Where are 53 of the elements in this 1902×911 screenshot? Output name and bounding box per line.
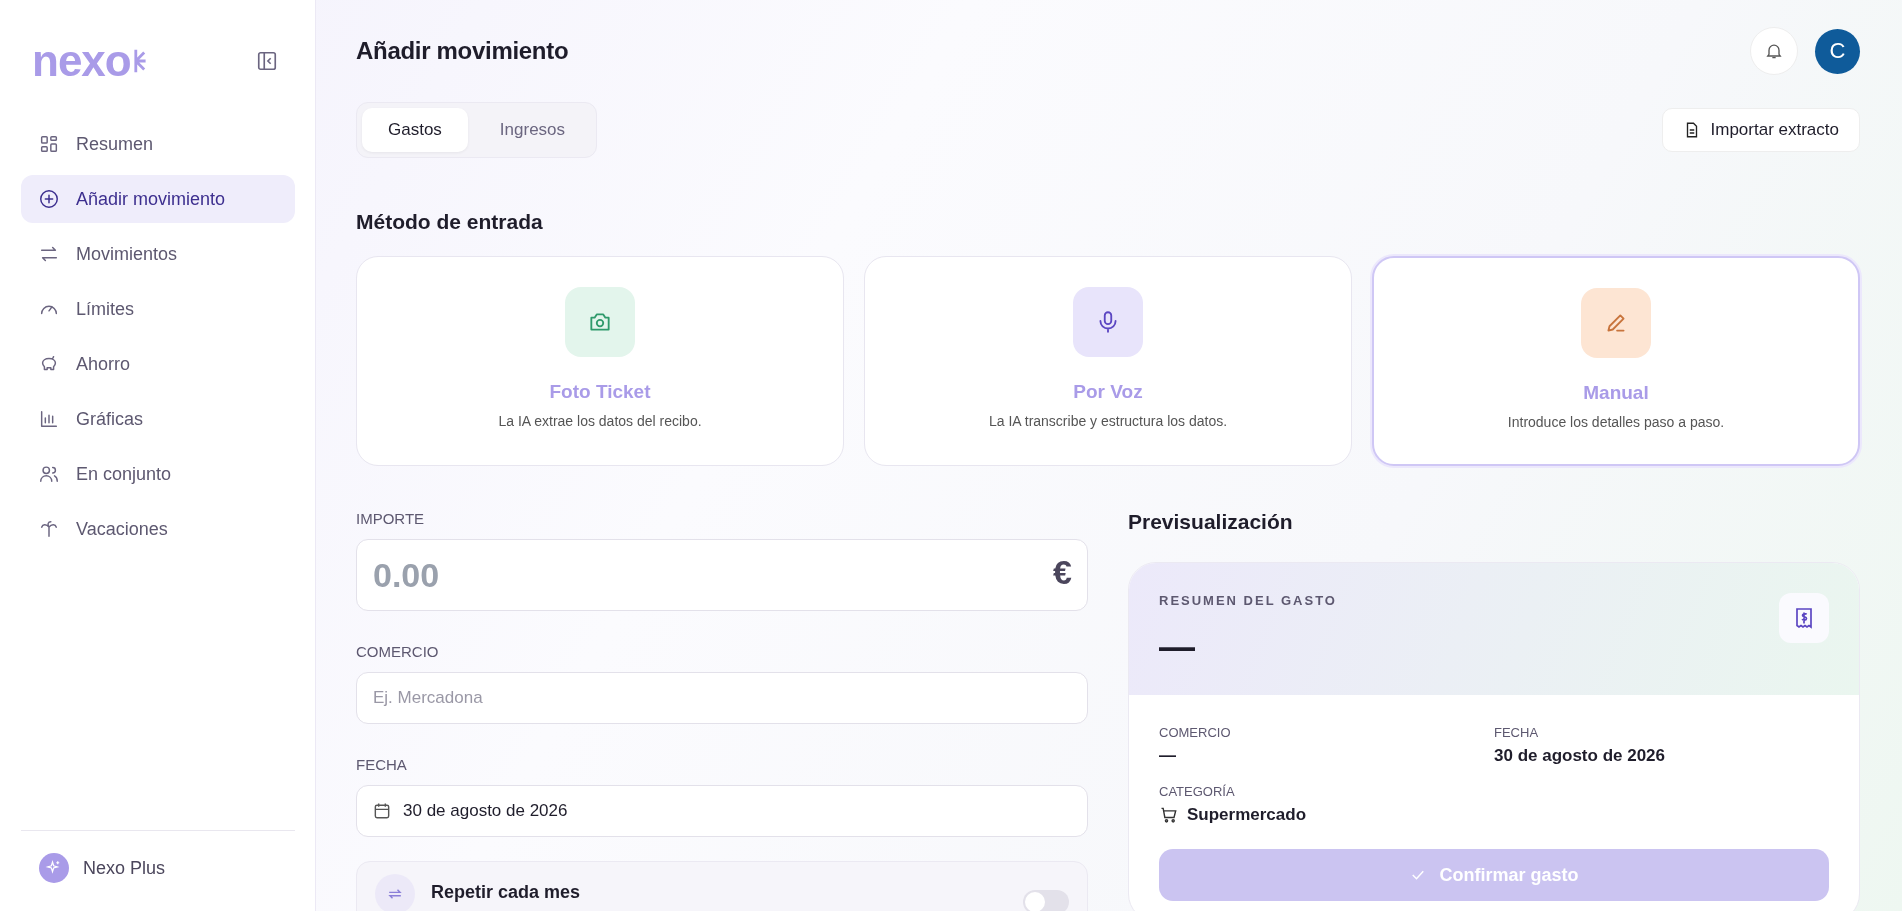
preview-label: CATEGORÍA (1159, 784, 1236, 799)
preview-value: Supermercado (1187, 805, 1307, 825)
preview-label: FECHA (1494, 725, 1540, 740)
method-card[interactable]: Por Voz La IA transcribe y estructura los datos. (864, 256, 1352, 466)
section-title: Previsualización (1128, 510, 1294, 534)
nav-icon (38, 133, 60, 155)
sidebar-item[interactable]: Vacaciones (21, 505, 295, 553)
tab[interactable]: Gastos (362, 108, 468, 152)
toggle-switch[interactable] (1023, 890, 1069, 911)
plus-link[interactable]: Nexo Plus (21, 853, 184, 883)
method-icon (1581, 288, 1651, 358)
nav-icon (38, 188, 60, 210)
summary-amount: — (1159, 626, 1196, 668)
preview-label: COMERCIO (1159, 725, 1232, 740)
cart-icon (1159, 805, 1179, 825)
method-card[interactable]: Manual Introduce los detalles paso a paso. (1372, 256, 1860, 466)
method-title: Por Voz (1073, 381, 1143, 403)
calendar-icon (372, 801, 392, 821)
field-label: FECHA (356, 756, 408, 773)
nav-icon (38, 463, 60, 485)
method-card[interactable]: Foto Ticket La IA extrae los datos del recibo. (356, 256, 844, 466)
nav-icon (38, 408, 60, 430)
field-label: IMPORTE (356, 510, 426, 527)
section-title: Método de entrada (356, 210, 544, 234)
tab[interactable]: Ingresos (473, 108, 592, 152)
notifications-button[interactable] (1750, 27, 1798, 75)
sidebar-item[interactable]: Añadir movimiento (21, 175, 295, 223)
method-description: La IA transcribe y estructura los datos. (988, 413, 1228, 429)
preview-value: 30 de agosto de 2026 (1494, 746, 1666, 766)
field-label: COMERCIO (356, 643, 440, 660)
sidebar-item[interactable]: Límites (21, 285, 295, 333)
receipt-icon (1779, 593, 1829, 643)
method-title: Foto Ticket (549, 381, 651, 403)
method-title: Manual (1583, 382, 1649, 404)
method-description: La IA extrae los datos del recibo. (498, 413, 702, 429)
nav-icon (38, 518, 60, 540)
avatar[interactable]: C (1815, 28, 1860, 74)
repeat-label: Repetir cada mes (431, 882, 582, 903)
date-field[interactable]: 30 de agosto de 2026 (356, 785, 1088, 837)
preview-value: — (1159, 746, 1176, 766)
sidebar-item[interactable]: En conjunto (21, 450, 295, 498)
sidebar-item[interactable]: Resumen (21, 120, 295, 168)
merchant-field[interactable]: Ej. Mercadona (356, 672, 1088, 724)
page-title: Añadir movimiento (356, 37, 569, 65)
currency-symbol: € (1053, 553, 1072, 592)
sidebar-item[interactable]: Movimientos (21, 230, 295, 278)
method-icon (1073, 287, 1143, 357)
sidebar-item[interactable]: Ahorro (21, 340, 295, 388)
import-button[interactable]: Importar extracto (1661, 108, 1860, 152)
sidebar-item[interactable]: Gráficas (21, 395, 295, 443)
method-icon (565, 287, 635, 357)
method-description: Introduce los detalles paso a paso. (1507, 414, 1725, 430)
summary-label: RESUMEN DEL GASTO (1159, 593, 1337, 608)
